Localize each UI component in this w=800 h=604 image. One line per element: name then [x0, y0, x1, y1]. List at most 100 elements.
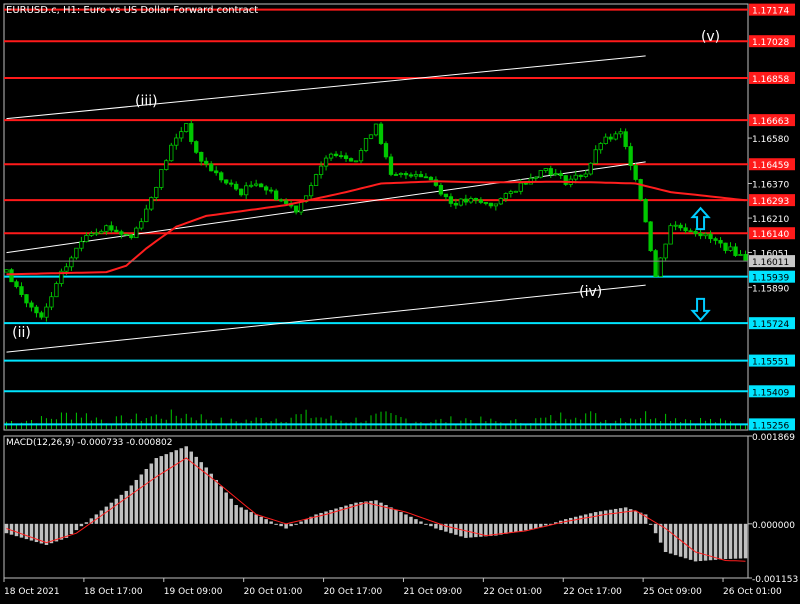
macd-histogram-bar: [688, 523, 693, 560]
trading-chart-window[interactable]: 1.17174 1.17028 1.16858 1.16663 1.16459 1.162…: [0, 0, 800, 600]
candle-body: [633, 165, 638, 180]
candle-body: [134, 227, 139, 239]
wave-label: (ii): [12, 325, 31, 341]
candle-body: [383, 143, 389, 158]
macd-histogram-bar: [583, 514, 588, 524]
chart-canvas[interactable]: 1.17174 1.17028 1.16858 1.16663 1.16459 1.162…: [0, 0, 800, 600]
macd-histogram-bar: [668, 523, 673, 554]
candle-body: [358, 150, 364, 162]
candle-body: [483, 202, 489, 204]
candle-body: [109, 225, 114, 231]
macd-histogram-bar: [24, 523, 29, 540]
macd-histogram-bar: [389, 507, 393, 524]
macd-histogram-bar: [524, 523, 528, 531]
candle-body: [54, 283, 59, 298]
macd-histogram-bar: [683, 523, 688, 559]
candle-body: [179, 131, 184, 139]
candle-body: [518, 182, 523, 192]
candle-body: [708, 233, 713, 240]
candle-body: [713, 238, 718, 241]
candle-body: [49, 296, 54, 308]
candle-body: [14, 281, 19, 288]
macd-histogram-bar: [119, 494, 124, 524]
candle-body: [154, 186, 159, 198]
macd-histogram-bar: [144, 469, 149, 524]
macd-histogram-bar: [79, 523, 84, 527]
macd-histogram-bar: [723, 523, 728, 560]
macd-histogram-bar: [399, 512, 403, 524]
macd-histogram-bar: [519, 523, 523, 532]
macd-histogram-bar: [169, 452, 174, 524]
price-level-label: 1.15409: [752, 388, 789, 398]
candle-body: [723, 242, 728, 251]
macd-title: MACD(12,26,9) -0.000733 -0.000802: [6, 438, 172, 448]
candle-body: [418, 174, 424, 178]
price-axis-tick-label: 1.15890: [752, 284, 789, 294]
price-level-label: 1.16140: [752, 230, 789, 240]
macd-histogram-bar: [404, 514, 408, 524]
candle-body: [214, 170, 219, 174]
price-axis-tick-label: 1.16580: [752, 135, 789, 145]
candle-body: [578, 174, 583, 177]
candle-body: [678, 224, 683, 229]
candle-body: [478, 199, 484, 203]
macd-histogram-bar: [578, 515, 583, 524]
macd-histogram-bar: [608, 509, 613, 524]
candle-body: [668, 225, 673, 245]
candle-body: [139, 221, 144, 229]
time-axis-tick-label: 26 Oct 01:00: [723, 587, 782, 597]
macd-histogram-bar: [474, 523, 478, 538]
candle-body: [598, 143, 603, 151]
candle-body: [224, 179, 229, 184]
macd-histogram-bar: [124, 490, 129, 524]
macd-histogram-bar: [733, 523, 738, 559]
candle-body: [74, 247, 79, 259]
candle-body: [673, 224, 678, 227]
candle-body: [688, 230, 693, 233]
candle-body: [229, 182, 234, 185]
candle-body: [743, 254, 748, 261]
candle-body: [608, 136, 613, 140]
macd-histogram-bar: [489, 523, 493, 536]
candle-body: [628, 146, 633, 166]
macd-histogram-bar: [509, 523, 513, 533]
candle-body: [603, 136, 608, 144]
time-axis-tick-label: 20 Oct 01:00: [244, 587, 303, 597]
candle-body: [244, 185, 249, 196]
macd-histogram-bar: [104, 506, 109, 524]
macd-histogram-bar: [593, 512, 598, 524]
candle-body: [273, 190, 279, 201]
macd-histogram-bar: [214, 479, 218, 524]
candle-body: [308, 185, 314, 197]
candle-body: [338, 155, 344, 158]
candle-body: [353, 160, 359, 163]
candle-body: [403, 173, 409, 176]
candle-body: [64, 266, 69, 272]
wave-label: (v): [701, 29, 720, 45]
candle-body: [313, 174, 319, 186]
candle-body: [343, 155, 349, 159]
macd-histogram-bar: [633, 510, 638, 524]
candle-body: [219, 172, 224, 181]
macd-histogram-bar: [204, 467, 208, 524]
candle-body: [638, 179, 643, 200]
time-axis-tick-label: 25 Oct 09:00: [643, 587, 702, 597]
macd-histogram-bar: [618, 508, 623, 524]
price-level-label: 1.15551: [752, 358, 789, 368]
macd-histogram-bar: [164, 454, 169, 524]
macd-axis-tick-label: 0.001869: [752, 433, 795, 443]
macd-histogram-bar: [14, 523, 19, 537]
price-axis-tick-label: 1.16370: [752, 180, 789, 190]
candle-body: [368, 134, 374, 139]
time-axis-tick-label: 18 Oct 17:00: [84, 587, 143, 597]
macd-histogram-bar: [419, 521, 423, 524]
macd-histogram-bar: [673, 523, 678, 556]
candle-body: [79, 241, 84, 249]
macd-histogram-bar: [264, 519, 268, 524]
candle-body: [718, 240, 723, 244]
candle-body: [348, 158, 354, 162]
macd-histogram-bar: [653, 523, 658, 534]
macd-histogram-bar: [409, 516, 413, 524]
candle-body: [498, 198, 503, 205]
macd-histogram-bar: [603, 510, 608, 524]
